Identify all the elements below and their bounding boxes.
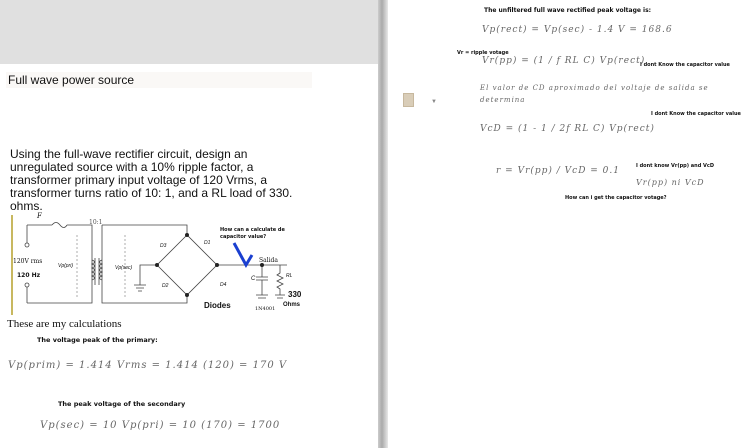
secondary-equation: Vp(sec) = 10 Vp(pri) = 10 (170) = 1700	[40, 420, 281, 431]
load-value: 330	[288, 290, 302, 299]
d4-label: D4	[220, 282, 227, 288]
section-title: Full wave power source	[6, 72, 312, 88]
ratio-label: 10:1	[89, 219, 103, 226]
capacitor-voltage-question: How can i get the capacitor votage?	[565, 195, 667, 201]
d2-label: D2	[162, 283, 169, 289]
load-unit: Ohms	[283, 302, 301, 308]
rectified-peak-heading: The unfiltered full wave rectified peak …	[484, 7, 652, 14]
primary-heading: The voltage peak of the primary:	[37, 336, 158, 344]
unknowns-handwriting: Vr(pp) ni VcD	[636, 178, 705, 187]
annotation-arrow	[232, 242, 254, 269]
rectified-peak-equation: Vp(rect) = Vp(sec) - 1.4 V = 168.6	[482, 25, 673, 35]
problem-statement: Using the full-wave rectifier circuit, d…	[10, 148, 310, 213]
output-label: Salida	[259, 257, 278, 264]
capacitor-question-note: How can a calculate de capacitor value?	[220, 227, 285, 240]
fuse-label: F	[37, 212, 42, 220]
diode-model-label: 1N4001	[255, 306, 276, 312]
document-icon[interactable]	[403, 93, 414, 107]
primary-equation: Vp(prim) = 1.414 Vrms = 1.414 (120) = 17…	[8, 360, 288, 371]
problem-text-end: ohms.	[10, 199, 43, 213]
page-scroll-divider[interactable]	[378, 0, 388, 448]
secondary-heading: The peak voltage of the secondary	[58, 400, 186, 408]
fuse-symbol	[51, 222, 68, 228]
ripple-factor-equation: r = Vr(pp) / VcD = 0.1	[496, 166, 620, 176]
vp-pri-label: Vp(pri)	[58, 263, 74, 269]
frequency-label: 120 Hz	[17, 272, 41, 279]
diodes-label: Diodes	[204, 301, 231, 310]
dc-voltage-equation: VcD = (1 - 1 / 2f RL C) Vp(rect)	[480, 124, 655, 134]
note-capacitor-2: I dont Know the capacitor value	[651, 111, 741, 117]
input-label: 120V rms	[13, 258, 43, 265]
ripple-equation: Vr(pp) = (1 / f RL C) Vp(rect)	[482, 56, 646, 66]
spanish-note: El valor de CD aproximado del voltaje de…	[480, 84, 709, 104]
rl-label: RL	[286, 273, 293, 279]
problem-text: Using the full-wave rectifier circuit, d…	[10, 147, 293, 200]
capacitor-label: C	[251, 276, 256, 282]
calculations-heading: These are my calculations	[7, 318, 122, 330]
vp-sec-label: Vp(sec)	[115, 265, 133, 271]
canvas-background	[0, 0, 378, 64]
d3-label: D3	[160, 243, 167, 249]
chevron-down-icon[interactable]: ▼	[431, 99, 437, 105]
note-unknowns: I dont know Vr(pp) and VcD	[636, 163, 715, 169]
note-capacitor-1: I dont Know the capacitor value	[640, 62, 730, 68]
d1-label: D1	[204, 240, 211, 246]
